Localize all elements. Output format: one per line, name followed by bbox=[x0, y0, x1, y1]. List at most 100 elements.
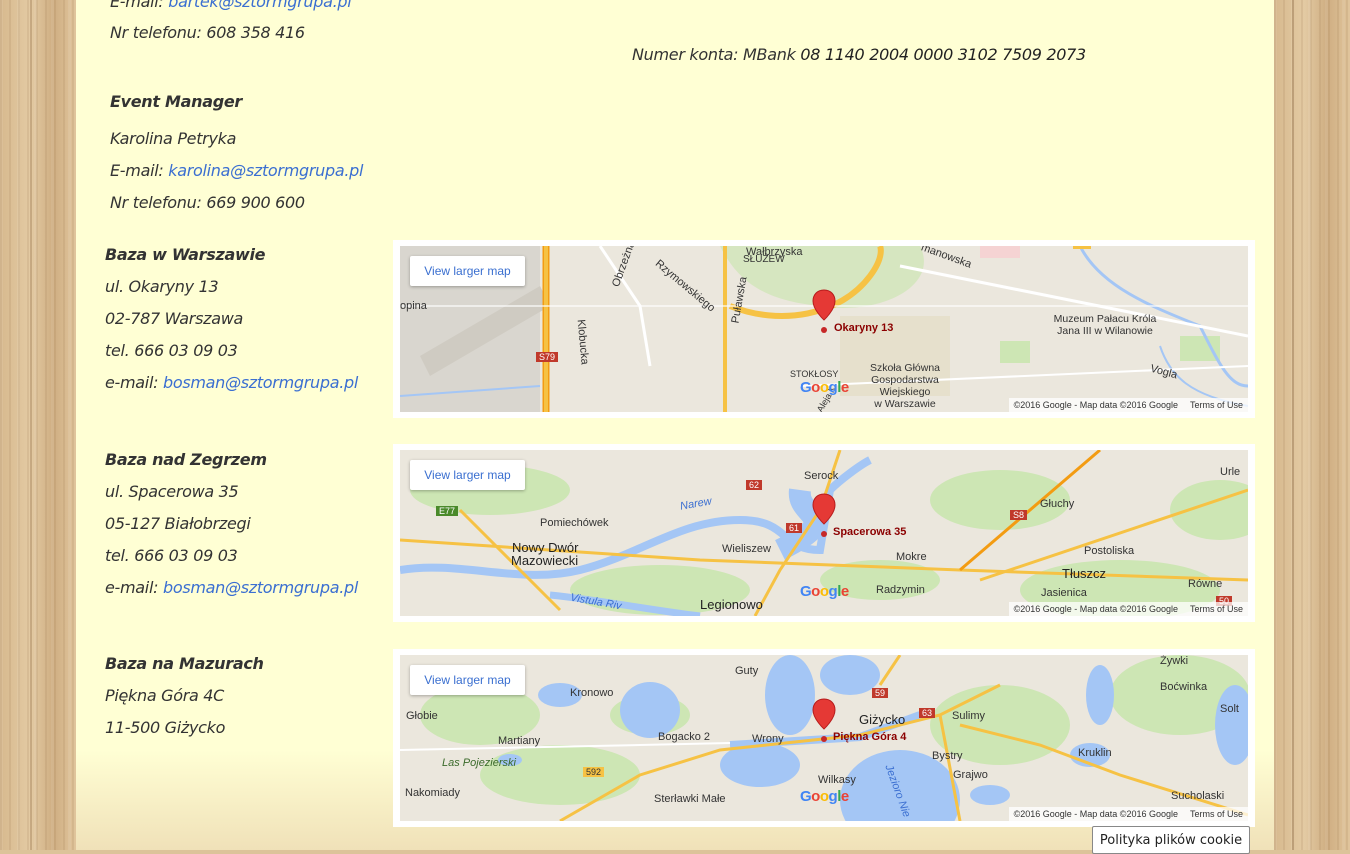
wood-background-right bbox=[1274, 0, 1350, 850]
map-place-label: w Warszawie bbox=[874, 398, 936, 410]
map-place-label: Guty bbox=[735, 665, 759, 677]
map-place-label: SŁUŻEW bbox=[743, 254, 785, 265]
base-street: ul. Spacerowa 35 bbox=[105, 482, 239, 501]
map-place-label: Kruklin bbox=[1078, 747, 1112, 759]
map-place-label: Równe bbox=[1188, 578, 1223, 590]
map-place-label: Jasienica bbox=[1041, 587, 1087, 599]
map-place-label: Giżycko bbox=[859, 712, 906, 727]
map-place-label: Sulimy bbox=[952, 710, 986, 722]
map-copyright: ©2016 Google - Map data ©2016 Google bbox=[1013, 604, 1178, 614]
top-email-line: E-mail: bartek@sztormgrupa.pl bbox=[110, 0, 352, 11]
map-place-label: Wiejskiego bbox=[879, 386, 931, 398]
top-email-link[interactable]: bartek@sztormgrupa.pl bbox=[168, 0, 351, 11]
map-place-label: Legionowo bbox=[700, 597, 763, 612]
map-terms-link[interactable]: Terms of Use bbox=[1190, 809, 1243, 819]
map-terms-link[interactable]: Terms of Use bbox=[1190, 604, 1243, 614]
map-place-label: Urle bbox=[1220, 466, 1241, 478]
map-place-label: Sucholaski bbox=[1171, 790, 1225, 802]
google-logo: Google bbox=[800, 583, 849, 600]
base-title: Baza w Warszawie bbox=[105, 245, 266, 264]
view-larger-map-button[interactable]: View larger map bbox=[410, 665, 525, 695]
map-place-label: Głobie bbox=[406, 710, 438, 722]
map-road-shield: 62 bbox=[746, 480, 763, 490]
base-tel: tel. 666 03 09 03 bbox=[105, 546, 238, 565]
base-email-link[interactable]: bosman@sztormgrupa.pl bbox=[163, 578, 358, 597]
map-place-label: Kronowo bbox=[570, 687, 614, 699]
base-email-line: e-mail: bosman@sztormgrupa.pl bbox=[105, 373, 358, 392]
view-larger-map-button[interactable]: View larger map bbox=[410, 256, 525, 286]
map-place-label: Martiany bbox=[498, 735, 541, 747]
map-place-label: Wrony bbox=[752, 733, 784, 745]
map-place-label: Bogacko 2 bbox=[658, 731, 710, 743]
map-place-label: Wilkasy bbox=[818, 774, 856, 786]
map-road-shield: 63 bbox=[919, 708, 936, 718]
event-manager-email-link[interactable]: karolina@sztormgrupa.pl bbox=[168, 161, 363, 180]
map-place-label: Solt bbox=[1220, 703, 1239, 715]
map-place-label: Nakomiady bbox=[405, 787, 461, 799]
base-email-line: e-mail: bosman@sztormgrupa.pl bbox=[105, 578, 358, 597]
map-warszawa[interactable]: Wałbrzyska Rzymowskiego SŁUŻEW Puławska … bbox=[400, 246, 1248, 412]
map-place-label: Grajwo bbox=[953, 769, 988, 781]
map-road-shield: 61 bbox=[786, 523, 803, 533]
map-mazury[interactable]: Guty Żywki Kronowo Boćwinka Głobie Giżyc… bbox=[400, 655, 1248, 821]
base-street: Piękna Góra 4C bbox=[105, 686, 225, 705]
map-place-label: Głuchy bbox=[1040, 498, 1075, 510]
event-manager-name: Karolina Petryka bbox=[110, 129, 237, 148]
map-frame-warszawa: Wałbrzyska Rzymowskiego SŁUŻEW Puławska … bbox=[393, 240, 1255, 418]
top-phone: Nr telefonu: 608 358 416 bbox=[110, 23, 305, 42]
map-place-label: Postoliska bbox=[1084, 545, 1135, 557]
base-city: 11-500 Giżycko bbox=[105, 718, 226, 737]
map-place-label: Jana III w Wilanowie bbox=[1057, 325, 1153, 337]
map-pin-label: Okaryny 13 bbox=[834, 322, 894, 334]
map-copyright: ©2016 Google - Map data ©2016 Google bbox=[1013, 400, 1178, 410]
base-title: Baza na Mazurach bbox=[105, 654, 264, 673]
map-frame-mazury: Guty Żywki Kronowo Boćwinka Głobie Giżyc… bbox=[393, 649, 1255, 827]
map-place-label: Radzymin bbox=[876, 584, 925, 596]
map-footer: ©2016 Google - Map data ©2016 Google Ter… bbox=[1008, 398, 1248, 412]
base-city: 02-787 Warszawa bbox=[105, 309, 244, 328]
event-manager-phone: Nr telefonu: 669 900 600 bbox=[110, 193, 305, 212]
map-footer: ©2016 Google - Map data ©2016 Google Ter… bbox=[1008, 602, 1248, 616]
event-manager-email-line: E-mail: karolina@sztormgrupa.pl bbox=[110, 161, 364, 180]
map-pin-label: Piękna Góra 4 bbox=[833, 731, 907, 743]
map-place-label: Mokre bbox=[896, 551, 927, 563]
map-place-label: Wieliszew bbox=[722, 543, 771, 555]
map-copyright: ©2016 Google - Map data ©2016 Google bbox=[1013, 809, 1178, 819]
base-city: 05-127 Białobrzegi bbox=[105, 514, 251, 533]
google-logo: Google bbox=[800, 788, 849, 805]
map-road-shield: 592 bbox=[583, 767, 605, 777]
map-frame-zegrze: Serock Urle Głuchy Pomiechówek Narew Now… bbox=[393, 444, 1255, 622]
map-place-label: Tłuszcz bbox=[1062, 566, 1107, 581]
map-place-label: Żywki bbox=[1160, 655, 1189, 667]
map-road-shield: S79 bbox=[536, 352, 559, 362]
map-footer: ©2016 Google - Map data ©2016 Google Ter… bbox=[1008, 807, 1248, 821]
wood-background-left bbox=[0, 0, 76, 850]
map-place-label: Szkoła Główna bbox=[869, 362, 941, 374]
google-logo: Google bbox=[800, 379, 849, 396]
event-manager-heading: Event Manager bbox=[110, 92, 243, 111]
bank-account: Numer konta: MBank 08 1140 2004 0000 310… bbox=[632, 45, 1086, 64]
map-place-label: Boćwinka bbox=[1160, 681, 1208, 693]
view-larger-map-button[interactable]: View larger map bbox=[410, 460, 525, 490]
bank-number: 08 1140 2004 0000 3102 7509 2073 bbox=[800, 45, 1086, 64]
map-place-label: Mazowiecki bbox=[511, 553, 579, 568]
map-place-label: Las Pojezierski bbox=[442, 757, 516, 769]
base-tel: tel. 666 03 09 03 bbox=[105, 341, 238, 360]
map-road-shield: 59 bbox=[872, 688, 889, 698]
map-place-label: Serock bbox=[804, 470, 839, 482]
base-street: ul. Okaryny 13 bbox=[105, 277, 219, 296]
map-road-shield: E77 bbox=[436, 506, 459, 516]
map-place-label: Gospodarstwa bbox=[871, 374, 939, 386]
map-place-label: Pomiechówek bbox=[540, 517, 609, 529]
map-place-label: Sterławki Małe bbox=[654, 793, 726, 805]
map-place-label: Bystry bbox=[932, 750, 963, 762]
map-pin-label: Spacerowa 35 bbox=[833, 526, 907, 538]
map-terms-link[interactable]: Terms of Use bbox=[1190, 400, 1243, 410]
map-place-label: Muzeum Pałacu Króla bbox=[1053, 313, 1157, 325]
map-place-label: opina bbox=[400, 300, 427, 312]
base-title: Baza nad Zegrzem bbox=[105, 450, 267, 469]
map-zegrze[interactable]: Serock Urle Głuchy Pomiechówek Narew Now… bbox=[400, 450, 1248, 616]
map-road-shield: S8 bbox=[1010, 510, 1028, 520]
base-email-link[interactable]: bosman@sztormgrupa.pl bbox=[163, 373, 358, 392]
map-place-label: STOKŁOSY bbox=[790, 369, 839, 379]
